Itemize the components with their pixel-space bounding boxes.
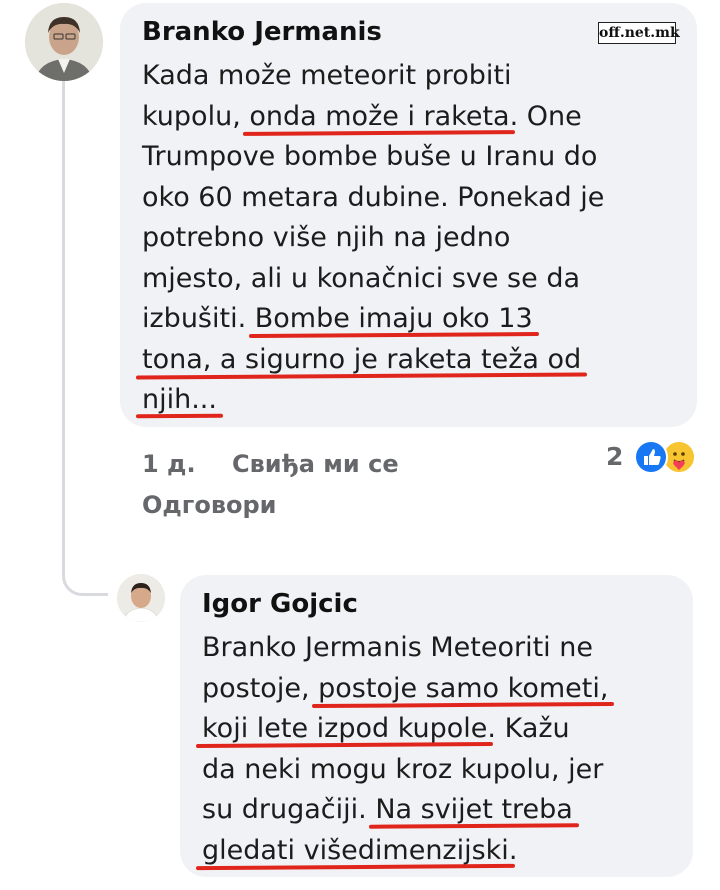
red-underline-highlight: onda može i raketa [249,100,510,132]
comment-line: Kada može meteorit probiti [142,56,675,97]
comment-text-segment: da neki mogu kroz kupolu, jer [202,753,604,785]
comment-line: mjesto, ali u konačnici sve se da [142,259,675,300]
comment-timestamp[interactable]: 1 д. [142,450,196,478]
comment-line: gledati višedimenzijski. [202,831,671,872]
comment-text-segment: su drugačiji. [202,794,376,825]
avatar[interactable] [117,574,165,622]
comment-text-segment: postoje, [202,672,319,704]
comment-line: kupolu, onda može i raketa. One [142,97,675,138]
comment-bubble: Branko Jermanis Kada može meteorit probi… [120,3,697,427]
branko-avatar-photo [25,3,103,81]
comment-line: njih... [142,380,675,421]
comment-line: postoje, postoje samo kometi, [202,669,671,710]
comment-author[interactable]: Igor Gojcic [202,589,671,619]
comment-text-segment: . One [509,100,582,132]
like-button[interactable]: Свиђа ми се [232,450,399,478]
watermark: off.net.mk [598,22,680,44]
comment-line: izbušiti. Bombe imaju oko 13 [142,299,675,340]
comment-line: Trumpove bombe buše u Iranu do [142,137,675,178]
red-underline-highlight: postoje samo kometi, [318,672,609,704]
comment-text-segment: . Kažu [487,713,570,744]
like-icon [634,440,668,474]
comment-line: su drugačiji. Na svijet treba [202,790,671,831]
comment-line: potrebno više njih na jedno [142,218,675,259]
comment-line: koji lete izpod kupole. Kažu [202,709,671,750]
comment-text-segment: Trumpove bombe buše u Iranu do [142,141,598,172]
comment-text-segment: izbušiti. [142,303,255,334]
reply-button[interactable]: Одговори [142,491,276,519]
comment-text-segment: . [508,834,518,866]
reply-thread-line [62,80,108,596]
red-underline-highlight: gledati višedimenzijski [202,834,509,866]
comment-text-segment: mjesto, ali u konačnici sve se da [142,262,580,294]
red-underline-highlight: tona, a sigurno je raketa teža od [142,343,582,375]
comment-text-segment: potrebno više njih na jedno [142,222,511,253]
comment-line: Branko Jermanis Meteoriti ne [202,628,671,669]
igor-avatar-photo [117,574,165,622]
comment-text-segment: Branko Jermanis Meteoriti ne [202,632,593,663]
comment-author[interactable]: Branko Jermanis [142,17,675,47]
comment-text-segment: Kada može meteorit probiti [142,60,512,91]
comment-text: Kada može meteorit probiti kupolu, onda m… [142,56,675,421]
comment-line: da neki mogu kroz kupolu, jer [202,750,671,791]
comment-text-segment: kupolu, [142,100,250,132]
red-underline-highlight: Na svijet treba [375,794,573,825]
reply-text: Branko Jermanis Meteoriti ne postoje, pos… [202,628,671,871]
red-underline-highlight: koji lete izpod kupole [202,713,488,744]
red-underline-highlight: njih... [142,384,217,415]
avatar[interactable] [25,3,103,81]
comment-line: oko 60 metara dubine. Ponekad je [142,178,675,219]
reaction-count: 2 [606,442,624,471]
red-underline-highlight: Bombe imaju oko 13 [254,303,533,334]
comment-line: tona, a sigurno je raketa teža od [142,340,675,381]
reply-bubble: Igor Gojcic Branko Jermanis Meteoriti ne… [180,575,693,877]
comment-text-segment: oko 60 metara dubine. Ponekad je [142,181,605,213]
